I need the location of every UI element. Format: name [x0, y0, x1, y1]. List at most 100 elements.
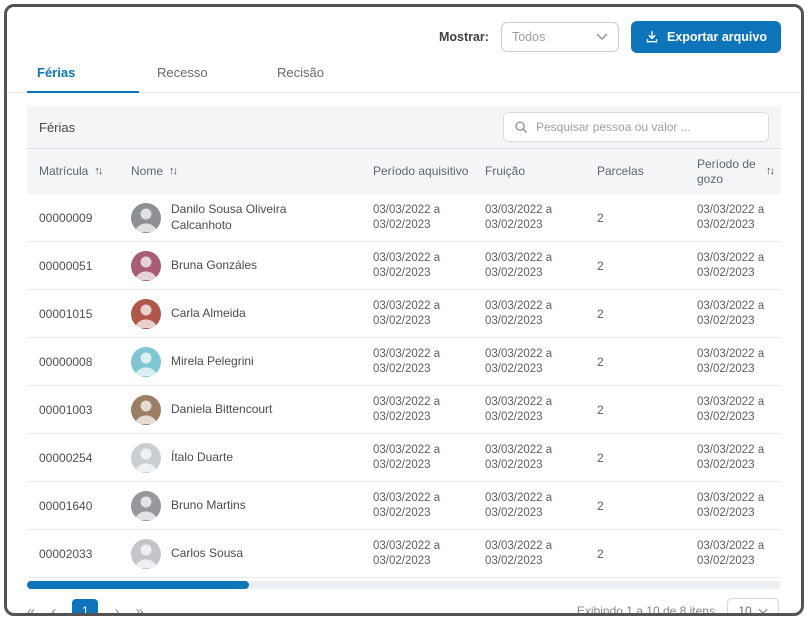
- periodo-aquisitivo-cell: 03/03/2022 a 03/02/2023: [373, 443, 467, 473]
- periodo-gozo-cell: 03/03/2022 a 03/02/2023: [697, 251, 781, 281]
- nome-cell: Ítalo Duarte: [131, 443, 373, 473]
- table-body: 00000009Danilo Sousa Oliveira Calcanhoto…: [27, 194, 781, 578]
- avatar: [131, 491, 161, 521]
- table-row[interactable]: 00000009Danilo Sousa Oliveira Calcanhoto…: [27, 194, 781, 242]
- export-button[interactable]: Exportar arquivo: [631, 21, 781, 53]
- periodo-aquisitivo-cell: 03/03/2022 a 03/02/2023: [373, 539, 467, 569]
- periodo-aquisitivo-cell: 03/03/2022 a 03/02/2023: [373, 251, 467, 281]
- employee-name: Bruno Martins: [171, 498, 246, 514]
- fruicao-cell: 03/03/2022 a 03/02/2023: [485, 395, 579, 425]
- sort-icon[interactable]: ↑↓: [766, 165, 773, 179]
- periodo-gozo-cell: 03/03/2022 a 03/02/2023: [697, 395, 781, 425]
- avatar: [131, 539, 161, 569]
- column-periodo-gozo: Período de gozo ↑↓: [697, 157, 781, 187]
- page-size-dropdown[interactable]: 10: [727, 598, 779, 616]
- column-fruicao: Fruição: [485, 164, 597, 179]
- column-nome: Nome ↑↓: [131, 164, 373, 179]
- table-row[interactable]: 00002033 Carlos Sousa 03/03/2022 a 03/02/2…: [27, 530, 781, 578]
- nome-cell: Carlos Sousa: [131, 539, 373, 569]
- chevron-down-icon: [596, 33, 608, 41]
- column-matricula: Matrícula ↑↓: [39, 164, 131, 179]
- periodo-gozo-cell: 03/03/2022 a 03/02/2023: [697, 539, 781, 569]
- column-parcelas: Parcelas: [597, 164, 697, 179]
- download-icon: [645, 30, 659, 44]
- matricula-cell: 00001640: [39, 499, 131, 513]
- tab-recesso[interactable]: Recesso: [147, 57, 259, 93]
- table-row[interactable]: 00000008Mirela Pelegrini03/03/2022 a 03/…: [27, 338, 781, 386]
- parcelas-cell: 2: [597, 403, 697, 417]
- fruicao-cell: 03/03/2022 a 03/02/2023: [485, 203, 579, 233]
- toolbar: Mostrar: Todos Exportar arquivo: [7, 7, 801, 53]
- employee-name: Ítalo Duarte: [171, 450, 233, 466]
- parcelas-cell: 2: [597, 259, 697, 273]
- fruicao-cell: 03/03/2022 a 03/02/2023: [485, 539, 579, 569]
- parcelas-cell: 2: [597, 451, 697, 465]
- nome-cell: Mirela Pelegrini: [131, 347, 373, 377]
- table-row[interactable]: 00000254 Ítalo Duarte 03/03/2022 a 03/02/2…: [27, 434, 781, 482]
- ferias-table: Férias Matrícula ↑↓ Nome ↑↓ Período aqui…: [27, 106, 781, 589]
- next-page-button[interactable]: ›: [114, 604, 119, 617]
- column-header-row: Matrícula ↑↓ Nome ↑↓ Período aquisitivo …: [27, 148, 781, 194]
- filter-dropdown[interactable]: Todos: [501, 22, 619, 52]
- page-size-value: 10: [738, 604, 751, 616]
- scrollbar-thumb[interactable]: [27, 581, 249, 589]
- sort-icon[interactable]: ↑↓: [169, 165, 176, 179]
- matricula-cell: 00000008: [39, 355, 131, 369]
- fruicao-cell: 03/03/2022 a 03/02/2023: [485, 251, 579, 281]
- periodo-aquisitivo-cell: 03/03/2022 a 03/02/2023: [373, 395, 467, 425]
- table-footer: « ‹ 1 › » Exibindo 1 a 10 de 8 itens 10: [7, 589, 801, 616]
- matricula-cell: 00001003: [39, 403, 131, 417]
- search-icon: [514, 120, 528, 134]
- app-window: Mostrar: Todos Exportar arquivo Férias R…: [4, 4, 804, 616]
- periodo-gozo-cell: 03/03/2022 a 03/02/2023: [697, 491, 781, 521]
- periodo-gozo-cell: 03/03/2022 a 03/02/2023: [697, 203, 781, 233]
- table-row[interactable]: 00000051 Bruna Gonzáles 03/03/2022 a 03/02…: [27, 242, 781, 290]
- employee-name: Danilo Sousa Oliveira Calcanhoto: [171, 202, 319, 233]
- employee-name: Daniela Bittencourt: [171, 402, 272, 418]
- column-periodo-aquisitivo: Período aquisitivo: [373, 164, 485, 179]
- table-row[interactable]: 00001640 Bruno Martins 03/03/2022 a 03/02/…: [27, 482, 781, 530]
- parcelas-cell: 2: [597, 355, 697, 369]
- prev-page-button[interactable]: ‹: [51, 604, 56, 617]
- nome-cell: Danilo Sousa Oliveira Calcanhoto: [131, 202, 373, 233]
- matricula-cell: 00000051: [39, 259, 131, 273]
- filter-dropdown-value: Todos: [512, 30, 545, 44]
- matricula-cell: 00000254: [39, 451, 131, 465]
- fruicao-cell: 03/03/2022 a 03/02/2023: [485, 491, 579, 521]
- show-label: Mostrar:: [439, 30, 489, 44]
- sort-icon[interactable]: ↑↓: [94, 165, 101, 179]
- avatar: [131, 443, 161, 473]
- person-silhouette-icon: [131, 491, 161, 521]
- periodo-aquisitivo-cell: 03/03/2022 a 03/02/2023: [373, 491, 467, 521]
- search-box[interactable]: [503, 112, 769, 142]
- matricula-cell: 00002033: [39, 547, 131, 561]
- fruicao-cell: 03/03/2022 a 03/02/2023: [485, 299, 579, 329]
- current-page-button[interactable]: 1: [72, 599, 98, 616]
- export-button-label: Exportar arquivo: [667, 30, 767, 44]
- table-row[interactable]: 00001015Carla Almeida 03/03/2022 a 03/02/…: [27, 290, 781, 338]
- tab-ferias[interactable]: Férias: [27, 57, 139, 93]
- avatar: [131, 299, 161, 329]
- parcelas-cell: 2: [597, 547, 697, 561]
- employee-name: Carlos Sousa: [171, 546, 243, 562]
- nome-cell: Carla Almeida: [131, 299, 373, 329]
- table-row[interactable]: 00001003 Daniela Bittencourt 03/03/2022 a …: [27, 386, 781, 434]
- periodo-aquisitivo-cell: 03/03/2022 a 03/02/2023: [373, 203, 467, 233]
- employee-name: Bruna Gonzáles: [171, 258, 257, 274]
- last-page-button[interactable]: »: [135, 604, 143, 617]
- matricula-cell: 00001015: [39, 307, 131, 321]
- tab-bar: Férias Recesso Recisão: [7, 57, 801, 93]
- parcelas-cell: 2: [597, 307, 697, 321]
- periodo-gozo-cell: 03/03/2022 a 03/02/2023: [697, 443, 781, 473]
- search-input[interactable]: [536, 120, 758, 134]
- avatar: [131, 203, 161, 233]
- tab-recisao[interactable]: Recisão: [267, 57, 379, 93]
- avatar: [131, 251, 161, 281]
- employee-name: Mirela Pelegrini: [171, 354, 254, 370]
- items-summary: Exibindo 1 a 10 de 8 itens: [577, 604, 715, 616]
- nome-cell: Daniela Bittencourt: [131, 395, 373, 425]
- parcelas-cell: 2: [597, 211, 697, 225]
- person-silhouette-icon: [131, 251, 161, 281]
- person-silhouette-icon: [131, 539, 161, 569]
- first-page-button[interactable]: «: [27, 604, 35, 617]
